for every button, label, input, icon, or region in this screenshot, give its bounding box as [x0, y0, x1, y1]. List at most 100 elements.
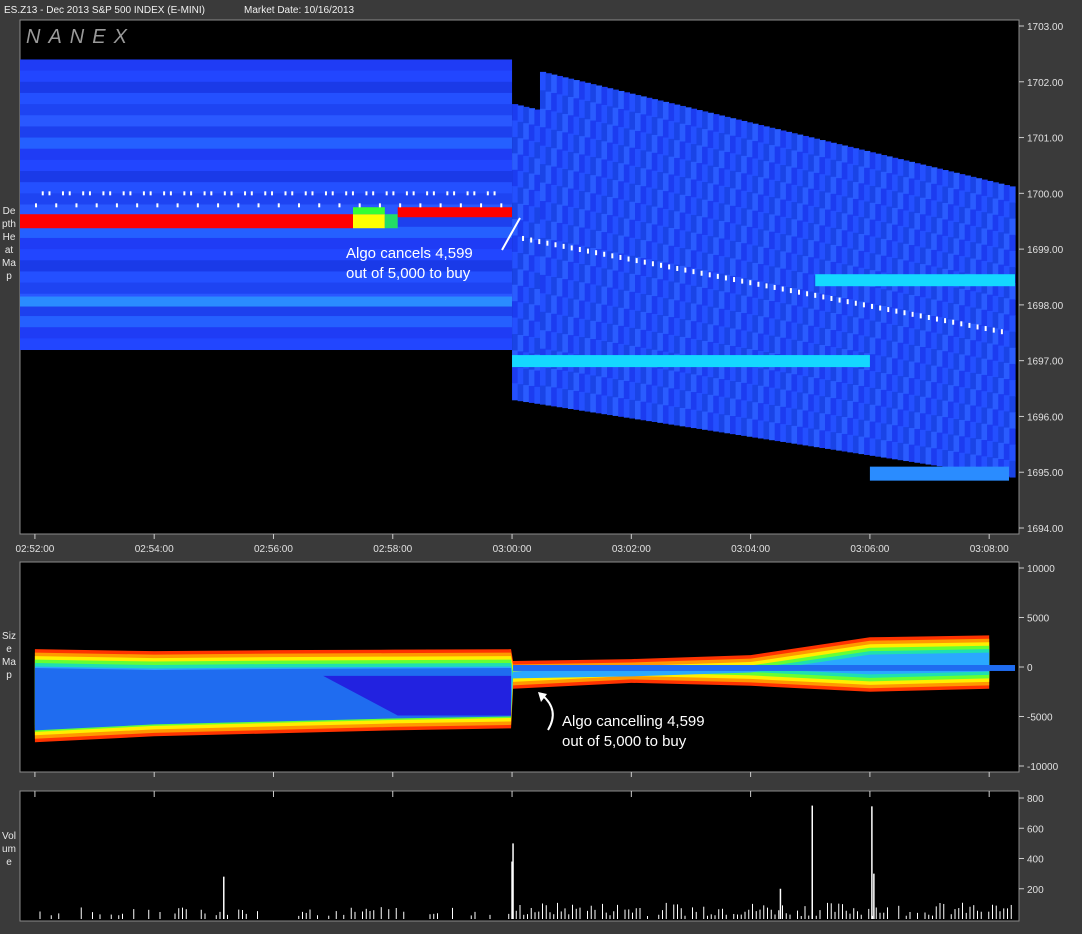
trade-mark — [446, 191, 449, 196]
depth-cell — [556, 112, 563, 132]
depth-cell — [646, 97, 653, 117]
trade-mark — [183, 191, 186, 196]
trade-mark — [55, 203, 58, 208]
depth-cell — [763, 213, 770, 232]
depth-cell — [551, 368, 558, 388]
depth-cell — [729, 398, 737, 417]
depth-cell — [858, 217, 865, 235]
depth-cell — [517, 121, 524, 139]
depth-cell — [612, 89, 619, 109]
depth-cell — [953, 287, 960, 305]
depth-cell — [752, 384, 759, 403]
depth-cell — [556, 296, 563, 316]
price-tick-label: 1701.00 — [1027, 134, 1064, 145]
depth-cell — [668, 299, 675, 318]
depth-cell — [897, 209, 904, 227]
depth-cell — [1009, 315, 1016, 333]
depth-cell — [925, 248, 932, 266]
depth-cell — [769, 162, 776, 181]
trade-mark — [554, 242, 557, 248]
depth-cell — [975, 227, 983, 245]
depth-cell — [590, 211, 597, 231]
depth-cell — [729, 223, 737, 242]
depth-cell — [936, 333, 943, 351]
depth-cell — [567, 115, 575, 135]
depth-cell — [763, 126, 770, 145]
depth-cell — [741, 382, 748, 401]
depth-cell — [763, 386, 770, 405]
depth-cell — [579, 209, 586, 229]
depth-cell — [567, 188, 575, 208]
depth-cell — [590, 138, 597, 158]
depth-cell — [981, 228, 988, 246]
depth-cell — [953, 386, 960, 404]
depth-cell — [657, 368, 664, 388]
trade-mark — [538, 239, 541, 245]
depth-cell — [975, 178, 983, 196]
depth-cell — [757, 177, 765, 196]
depth-cell — [947, 220, 955, 238]
depth-cell — [629, 273, 636, 293]
trade-mark — [480, 203, 483, 208]
depth-cell — [746, 122, 753, 141]
depth-cell — [640, 383, 647, 403]
depth-cell — [897, 342, 904, 361]
depth-cell — [629, 147, 636, 167]
depth-cell — [690, 179, 698, 198]
depth-cell — [841, 416, 848, 435]
depth-cell — [802, 221, 809, 240]
depth-cell — [914, 329, 921, 347]
depth-cell — [903, 177, 910, 195]
depth-cell — [813, 309, 821, 328]
trade-mark — [935, 316, 938, 322]
depth-cell — [713, 149, 720, 168]
depth-cell — [595, 230, 603, 250]
volume-tick-label: 600 — [1027, 824, 1044, 835]
depth-cell — [847, 214, 854, 233]
depth-cell — [908, 328, 916, 346]
depth-cell — [819, 225, 826, 244]
trade-mark — [586, 248, 589, 254]
trade-mark — [789, 288, 792, 294]
depth-cell — [545, 368, 552, 388]
depth-cell — [802, 410, 809, 429]
depth-cell — [634, 382, 642, 402]
depth-cell — [601, 177, 608, 197]
depth-cell — [936, 366, 943, 384]
depth-cell — [813, 378, 821, 396]
trade-mark — [405, 191, 408, 196]
depth-cell — [1009, 234, 1016, 252]
depth-cell — [646, 151, 653, 171]
depth-cell — [791, 374, 798, 393]
depth-cell — [713, 184, 720, 203]
depth-cell — [618, 163, 625, 182]
depth-cell — [953, 189, 960, 207]
depth-cell — [847, 197, 854, 216]
depth-cell — [947, 302, 955, 320]
depth-cell — [539, 237, 547, 258]
depth-cell — [763, 247, 770, 266]
depth-band — [20, 304, 513, 317]
depth-cell — [696, 392, 703, 412]
depth-cell — [746, 192, 753, 211]
depth-cell — [562, 77, 569, 97]
depth-cell — [724, 222, 731, 241]
large-bid-red — [20, 214, 353, 229]
trade-mark — [196, 203, 199, 208]
depth-cell — [539, 330, 547, 350]
depth-cell — [763, 404, 770, 423]
depth-cell — [690, 321, 698, 340]
depth-cell — [702, 182, 709, 201]
depth-cell — [735, 381, 742, 401]
depth-cell — [707, 112, 714, 131]
depth-cell — [729, 170, 737, 189]
depth-cell — [903, 427, 910, 445]
depth-cell — [875, 204, 882, 222]
depth-cell — [992, 441, 999, 459]
depth-cell — [886, 340, 893, 358]
trade-mark — [412, 191, 415, 196]
depth-cell — [534, 109, 541, 127]
depth-cell — [512, 268, 519, 286]
depth-cell — [830, 244, 837, 263]
depth-cell — [713, 378, 720, 397]
